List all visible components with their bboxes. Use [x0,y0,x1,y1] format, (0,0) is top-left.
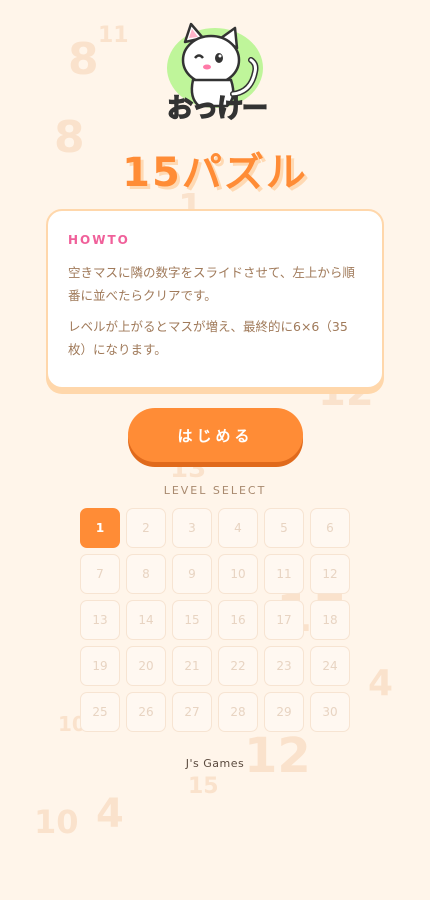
level-button-28[interactable]: 28 [218,692,258,732]
level-button-10[interactable]: 10 [218,554,258,594]
howto-heading: HOWTO [68,233,130,247]
level-button-26[interactable]: 26 [126,692,166,732]
level-button-7[interactable]: 7 [80,554,120,594]
level-button-17[interactable]: 17 [264,600,304,640]
howto-card: HOWTO 空きマスに隣の数字をスライドさせて、左上から順番に並べたらクリアです… [46,209,384,389]
level-button-11[interactable]: 11 [264,554,304,594]
level-button-3[interactable]: 3 [172,508,212,548]
bg-number: 4 [96,791,124,837]
bg-number: 10 [34,803,79,841]
level-button-21[interactable]: 21 [172,646,212,686]
footer-credit: J's Games [185,757,245,770]
level-button-23[interactable]: 23 [264,646,304,686]
level-button-27[interactable]: 27 [172,692,212,732]
level-button-20[interactable]: 20 [126,646,166,686]
howto-text: 空きマスに隣の数字をスライドさせて、左上から順番に並べたらクリアです。 [68,265,355,303]
level-button-15[interactable]: 15 [172,600,212,640]
bg-number: 11 [98,23,129,48]
bg-number: 12 [244,728,311,784]
level-button-2[interactable]: 2 [126,508,166,548]
level-grid: 1 2 3 4 5 6 7 8 9 10 11 12 13 14 15 16 17 18 19 20 21 22 23 24 2… [80,508,350,732]
bg-number: 15 [188,774,219,799]
level-select-label: LEVEL SELECT [163,484,267,497]
logo-text: おっけー [166,93,269,125]
level-button-19[interactable]: 19 [80,646,120,686]
level-button-25[interactable]: 25 [80,692,120,732]
level-button-12[interactable]: 12 [310,554,350,594]
bg-number: 4 [368,663,394,704]
level-button-16[interactable]: 16 [218,600,258,640]
level-button-24[interactable]: 24 [310,646,350,686]
level-button-8[interactable]: 8 [126,554,166,594]
level-button-13[interactable]: 13 [80,600,120,640]
level-button-22[interactable]: 22 [218,646,258,686]
level-button-5[interactable]: 5 [264,508,304,548]
howto-text: レベルが上がるとマスが増え、最終的に6×6（35枚）になります。 [68,319,348,357]
level-button-18[interactable]: 18 [310,600,350,640]
page-title: 15パズル [122,150,308,196]
level-button-14[interactable]: 14 [126,600,166,640]
cat-logo: おっけー [155,20,275,126]
level-button-4[interactable]: 4 [218,508,258,548]
level-button-9[interactable]: 9 [172,554,212,594]
level-button-30[interactable]: 30 [310,692,350,732]
level-button-29[interactable]: 29 [264,692,304,732]
level-button-1[interactable]: 1 [80,508,120,548]
level-button-6[interactable]: 6 [310,508,350,548]
start-button[interactable]: はじめる [128,408,303,462]
bg-number: 8 [68,34,99,85]
